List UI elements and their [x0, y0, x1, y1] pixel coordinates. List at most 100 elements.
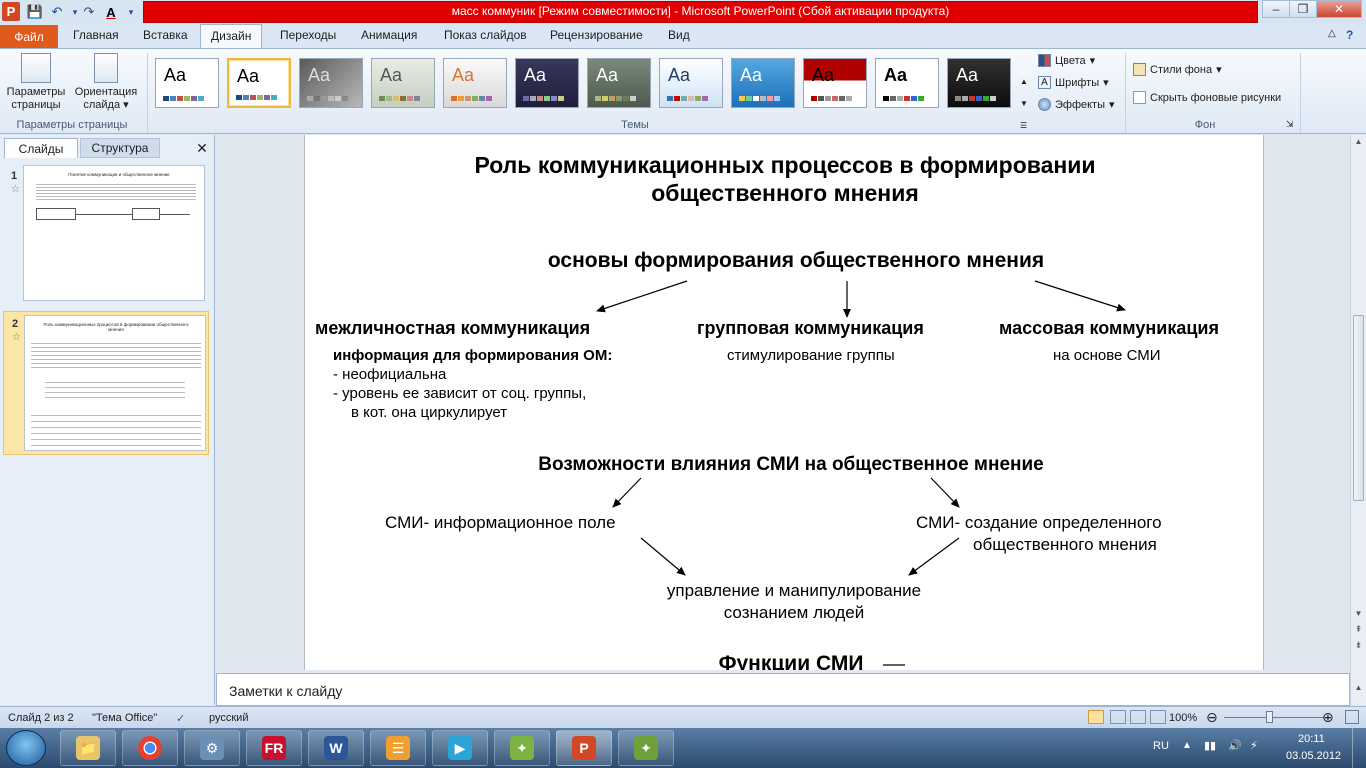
tab-design[interactable]: Дизайн	[200, 24, 263, 49]
explorer-taskbar-icon[interactable]: 📁	[60, 730, 116, 766]
scroll-up-icon[interactable]: ▲	[1353, 137, 1364, 146]
slide-thumbnail-1[interactable]: 1 ☆ Понятие коммуникации и общественное …	[3, 165, 209, 305]
theme-thumbnail[interactable]: Aa	[659, 58, 723, 108]
start-button[interactable]	[6, 730, 46, 766]
group-note[interactable]: стимулирование группы	[727, 347, 895, 364]
notes-scroll-icon[interactable]: ▲	[1353, 683, 1364, 692]
gallery-more-icon[interactable]: ☰	[1020, 121, 1027, 130]
slide-sorter-icon[interactable]	[1110, 710, 1126, 724]
manipulation-line-1[interactable]: управление и манипулирование	[305, 581, 1283, 601]
background-dialog-launcher-icon[interactable]: ⇲	[1286, 119, 1294, 130]
smi-opinion-line-1[interactable]: СМИ- создание определенного	[916, 513, 1162, 533]
media-taskbar-icon[interactable]: ▶	[432, 730, 488, 766]
branch-interpersonal[interactable]: межличностная коммуникация	[315, 318, 590, 339]
tray-date[interactable]: 03.05.2012	[1286, 750, 1341, 762]
scroll-down-icon[interactable]: ▼	[1353, 609, 1364, 618]
vertical-scrollbar[interactable]: ▲ ▼ ⇞ ⇟ ▲	[1350, 135, 1366, 705]
word-taskbar-icon[interactable]: W	[308, 730, 364, 766]
zoom-level[interactable]: 100%	[1169, 712, 1197, 724]
slide-thumbnail-2[interactable]: 2 ☆ Роль коммуникационных процессов в фо…	[3, 311, 209, 455]
hide-background-graphics-checkbox[interactable]: Скрыть фоновые рисунки	[1133, 91, 1281, 104]
customize-quick-access-icon[interactable]: ▾	[122, 3, 140, 21]
tab-transitions[interactable]: Переходы	[280, 28, 336, 42]
volume-icon[interactable]: 🔊	[1228, 739, 1242, 752]
section-media-functions[interactable]: Функции СМИ	[305, 652, 1277, 670]
redo-icon[interactable]: ↷	[80, 3, 98, 21]
fit-to-window-icon[interactable]	[1345, 710, 1359, 724]
tab-slides[interactable]: Слайды	[4, 138, 78, 158]
theme-thumbnail[interactable]: Aa	[587, 58, 651, 108]
butterfly2-taskbar-icon[interactable]: ✦	[618, 730, 674, 766]
network-icon[interactable]: ▮▮	[1204, 739, 1216, 752]
font-color-icon[interactable]: A	[102, 3, 120, 21]
slide-orientation-button[interactable]: Ориентация слайда ▾	[70, 53, 142, 112]
tab-insert[interactable]: Вставка	[143, 28, 188, 42]
tab-slideshow[interactable]: Показ слайдов	[444, 28, 527, 42]
info-item[interactable]: в кот. она циркулирует	[351, 404, 507, 421]
normal-view-icon[interactable]	[1088, 710, 1104, 724]
spellcheck-icon[interactable]: ✓	[176, 712, 185, 725]
zoom-in-icon[interactable]: ⊕	[1322, 709, 1334, 726]
minimize-ribbon-icon[interactable]: △	[1328, 28, 1336, 39]
slide-canvas[interactable]: Роль коммуникационных процессов в формир…	[304, 135, 1264, 670]
branch-mass[interactable]: массовая коммуникация	[999, 318, 1219, 339]
section-media-influence[interactable]: Возможности влияния СМИ на общественное …	[305, 454, 1277, 476]
tab-review[interactable]: Рецензирование	[550, 28, 643, 42]
info-item[interactable]: - неофициальна	[333, 366, 446, 383]
theme-thumbnail[interactable]: Aa	[731, 58, 795, 108]
help-icon[interactable]: ?	[1346, 28, 1353, 42]
next-slide-icon[interactable]: ⇟	[1353, 641, 1364, 650]
butterfly-taskbar-icon[interactable]: ✦	[494, 730, 550, 766]
tab-outline[interactable]: Структура	[80, 138, 160, 158]
gallery-scroll-up-icon[interactable]: ▲	[1020, 77, 1028, 86]
powerpoint-taskbar-icon[interactable]: P	[556, 730, 612, 766]
smi-info-field[interactable]: СМИ- информационное поле	[385, 513, 616, 533]
theme-thumbnail[interactable]: Aa	[299, 58, 363, 108]
chrome-taskbar-icon[interactable]	[122, 730, 178, 766]
reading-view-icon[interactable]	[1130, 710, 1146, 724]
effects-button[interactable]: Эффекты ▾	[1038, 98, 1115, 111]
slideshow-icon[interactable]	[1150, 710, 1166, 724]
save-icon[interactable]: 💾	[26, 3, 44, 21]
theme-thumbnail[interactable]: Aa	[443, 58, 507, 108]
colors-button[interactable]: Цвета ▾	[1038, 54, 1095, 67]
tray-time[interactable]: 20:11	[1298, 733, 1325, 745]
show-desktop-button[interactable]	[1352, 728, 1366, 768]
previous-slide-icon[interactable]: ⇞	[1353, 625, 1364, 634]
page-setup-button[interactable]: Параметры страницы	[4, 53, 68, 112]
undo-icon[interactable]: ↶	[48, 3, 66, 21]
scroll-thumb[interactable]	[1353, 315, 1364, 501]
powerpoint-app-icon[interactable]: P	[2, 2, 20, 21]
background-styles-button[interactable]: Стили фона ▾	[1133, 63, 1222, 76]
tab-view[interactable]: Вид	[668, 28, 690, 42]
fr-taskbar-icon[interactable]: FR	[246, 730, 302, 766]
manipulation-line-2[interactable]: сознанием людей	[305, 603, 1283, 623]
theme-thumbnail[interactable]: Aa	[803, 58, 867, 108]
theme-thumbnail[interactable]: Aa	[515, 58, 579, 108]
tab-home[interactable]: Главная	[73, 28, 119, 42]
tab-animation[interactable]: Анимация	[361, 28, 417, 42]
mass-note[interactable]: на основе СМИ	[1053, 347, 1161, 364]
theme-thumbnail[interactable]: Aa	[227, 58, 291, 108]
branch-group[interactable]: групповая коммуникация	[697, 318, 924, 339]
theme-thumbnail[interactable]: Aa	[875, 58, 939, 108]
gallery-scroll-down-icon[interactable]: ▼	[1020, 99, 1028, 108]
close-button[interactable]: ✕	[1316, 0, 1362, 18]
app-taskbar-icon[interactable]: ⚙	[184, 730, 240, 766]
info-heading[interactable]: информация для формирования ОМ:	[333, 347, 612, 364]
tab-file[interactable]: Файл	[0, 25, 58, 48]
tray-expand-icon[interactable]: ▲	[1182, 740, 1192, 751]
theme-name[interactable]: "Тема Office"	[92, 712, 157, 724]
fonts-button[interactable]: A Шрифты ▾	[1038, 76, 1109, 89]
power-icon[interactable]: ⚡	[1250, 739, 1258, 752]
language-status[interactable]: русский	[209, 712, 248, 724]
tray-language[interactable]: RU	[1153, 740, 1169, 752]
minimize-button[interactable]: –	[1262, 0, 1290, 18]
zoom-out-icon[interactable]: ⊖	[1206, 709, 1218, 726]
info-item[interactable]: - уровень ее зависит от соц. группы,	[333, 385, 586, 402]
zoom-slider[interactable]	[1224, 717, 1324, 718]
restore-button[interactable]: ❐	[1289, 0, 1317, 18]
zoom-slider-thumb[interactable]	[1266, 711, 1273, 723]
smi-opinion-line-2[interactable]: общественного мнения	[973, 535, 1157, 555]
theme-thumbnail[interactable]: Aa	[155, 58, 219, 108]
